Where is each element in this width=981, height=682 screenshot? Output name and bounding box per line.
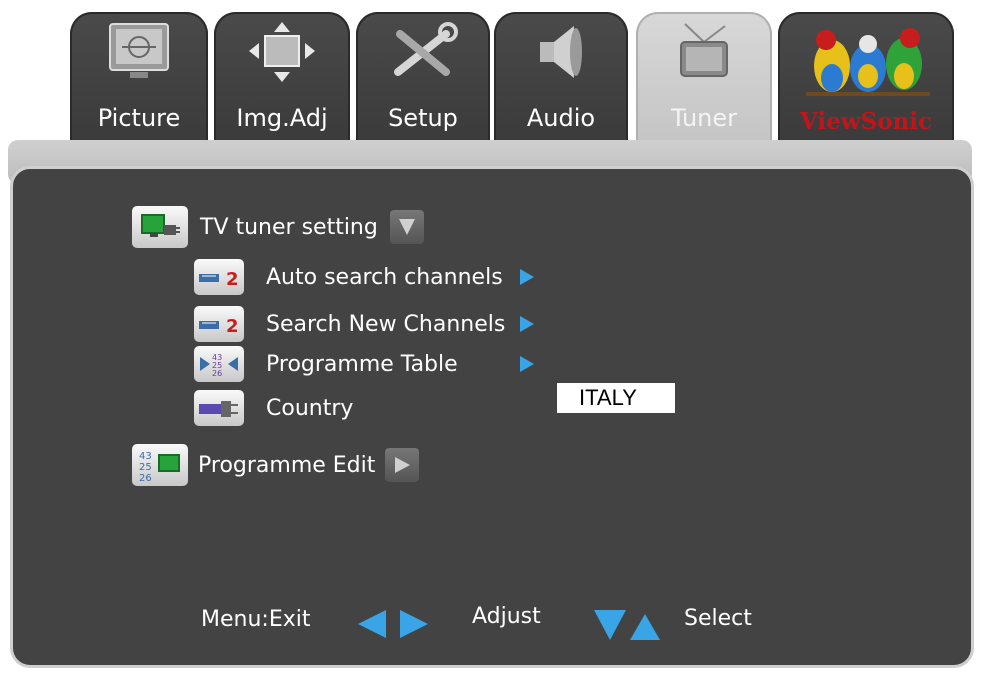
svg-text:26: 26	[139, 473, 152, 483]
svg-text:26: 26	[212, 369, 222, 378]
tab-label: Audio	[526, 104, 596, 132]
tab-audio[interactable]: Audio	[494, 12, 628, 148]
viewsonic-birds-logo	[796, 22, 936, 102]
brand-tab: ViewSonic	[778, 12, 954, 148]
tv-plug-icon	[132, 206, 188, 248]
auto-search-channels-item[interactable]: 2 Auto search channels	[194, 259, 534, 295]
country-value[interactable]: ITALY	[557, 383, 675, 413]
triangle-right-icon	[385, 448, 420, 482]
programme-edit-row[interactable]: 43 25 26 Programme Edit	[132, 444, 420, 486]
monitor-icon	[102, 20, 176, 84]
left-right-arrows-icon	[358, 608, 428, 644]
brand-logo-text: ViewSonic	[799, 108, 933, 135]
tab-tuner[interactable]: Tuner	[636, 12, 772, 148]
plug-icon	[194, 390, 244, 426]
menu-exit-hint: Menu:Exit	[201, 607, 311, 632]
arrow-right-icon	[520, 356, 534, 372]
tab-label: Picture	[97, 104, 181, 132]
country-item[interactable]: Country	[194, 390, 353, 426]
tab-label: Tuner	[670, 104, 738, 132]
adjust-hint: Adjust	[472, 604, 541, 629]
select-hint: Select	[684, 606, 752, 631]
move-arrows-icon	[245, 20, 319, 84]
down-up-arrows-icon	[592, 604, 662, 646]
programme-edit-icon: 43 25 26	[132, 444, 188, 486]
svg-text:43: 43	[139, 451, 152, 462]
search-new-channels-item[interactable]: 2 Search New Channels	[194, 306, 534, 342]
programme-table-label: Programme Table	[266, 351, 458, 377]
channel-search-icon: 2	[194, 306, 244, 342]
auto-search-channels-label: Auto search channels	[266, 264, 503, 290]
svg-text:25: 25	[139, 462, 152, 473]
programme-table-item[interactable]: 43 25 26 Programme Table	[194, 346, 534, 382]
speaker-icon	[524, 20, 598, 84]
svg-text:2: 2	[226, 316, 239, 337]
svg-text:2: 2	[226, 269, 239, 290]
tab-img-adj[interactable]: Img.Adj	[214, 12, 350, 148]
tab-label: Img.Adj	[236, 104, 328, 132]
tab-label: Setup	[388, 104, 458, 132]
tab-setup[interactable]: Setup	[356, 12, 490, 148]
tab-picture[interactable]: Picture	[70, 12, 208, 148]
tv-tuner-setting-label: TV tuner setting	[200, 214, 378, 240]
tools-icon	[386, 20, 460, 84]
triangle-down-icon	[389, 210, 424, 244]
tv-tuner-setting-row[interactable]: TV tuner setting	[132, 206, 424, 248]
programme-table-icon: 43 25 26	[194, 346, 244, 382]
country-label: Country	[266, 395, 354, 421]
tv-antenna-icon	[667, 20, 741, 84]
search-new-channels-label: Search New Channels	[266, 311, 506, 337]
arrow-right-icon	[520, 269, 534, 285]
channel-search-icon: 2	[194, 259, 244, 295]
programme-edit-label: Programme Edit	[198, 452, 376, 478]
arrow-right-icon	[520, 316, 534, 332]
